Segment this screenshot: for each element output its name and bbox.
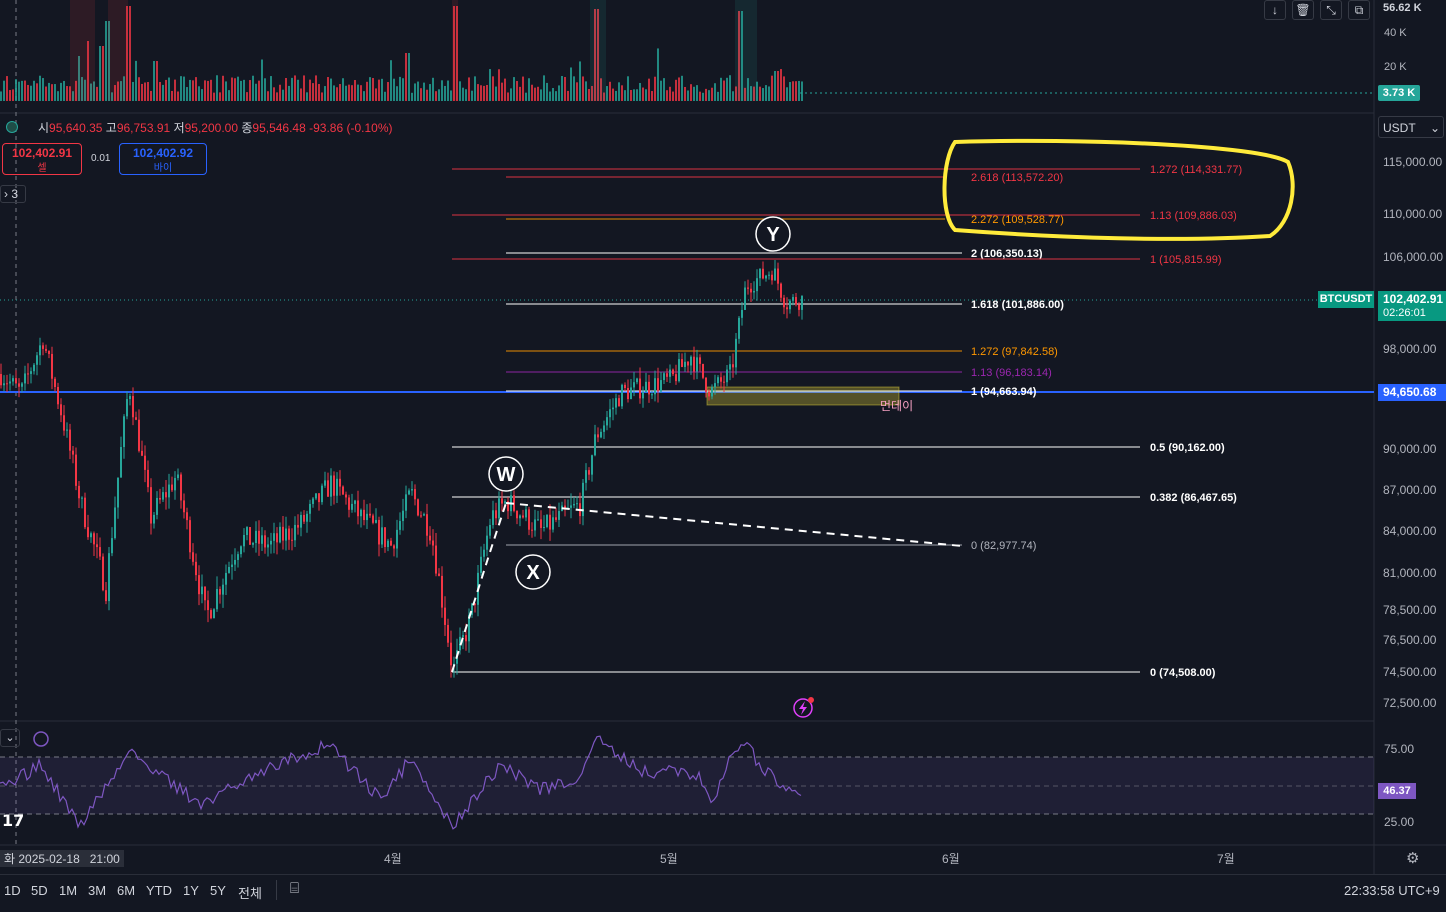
sell-button[interactable]: 102,402.91 셀 — [2, 143, 82, 175]
rsi-collapse-icon[interactable]: ⌄ — [0, 729, 20, 747]
toolbar-divider — [276, 880, 277, 900]
timeframe-1y[interactable]: 1Y — [183, 883, 199, 898]
wave-label-y[interactable]: Y — [755, 216, 791, 252]
fib-level-label: 0.382 (86,467.65) — [1150, 492, 1237, 504]
chevron-down-icon: ⌄ — [1429, 121, 1440, 135]
buy-button[interactable]: 102,402.92 바이 — [119, 143, 207, 175]
blue-line-price-badge: 94,650.68 — [1378, 384, 1446, 401]
price-axis-tick: 72,500.00 — [1383, 696, 1437, 710]
fib-level-label: 2 (106,350.13) — [971, 248, 1043, 260]
time-tick: 5월 — [660, 852, 678, 866]
price-axis-tick: 98,000.00 — [1383, 342, 1437, 356]
spread-value: 0.01 — [91, 153, 111, 164]
current-price: 102,402.91 — [1383, 292, 1444, 306]
high-label: 고 — [105, 121, 117, 135]
timeframe-3m[interactable]: 3M — [88, 883, 106, 898]
trash-icon[interactable]: 🗑 — [1292, 0, 1314, 20]
volume-axis-max: 56.62 K — [1378, 0, 1444, 16]
fib-level-label: 1.272 (114,331.77) — [1150, 164, 1242, 176]
time-tick: 6월 — [942, 852, 960, 866]
price-axis-tick: 84,000.00 — [1383, 524, 1437, 538]
date-range-icon[interactable]: ⌸ — [290, 880, 299, 897]
currency-select[interactable]: USDT ⌄ — [1378, 116, 1444, 138]
fib-level-label: 1.618 (101,886.00) — [971, 299, 1064, 311]
wave-label-x[interactable]: X — [515, 554, 551, 590]
svg-text:X: X — [526, 562, 540, 584]
low-label: 저 — [173, 121, 185, 135]
close-value: 95,546.48 — [252, 121, 306, 135]
fib-level-label: 0 (82,977.74) — [971, 540, 1036, 552]
current-price-badge: 102,402.91 02:26:01 — [1378, 291, 1446, 321]
time-tick: 4월 — [384, 852, 402, 866]
sell-price: 102,402.91 — [11, 146, 73, 160]
rsi-axis-tick: 75.00 — [1384, 742, 1415, 756]
symbol-badge: BTCUSDT — [1318, 291, 1374, 308]
price-axis-tick: 81,000.00 — [1383, 566, 1437, 580]
open-label: 시 — [38, 121, 50, 135]
price-axis-tick: 110,000.00 — [1383, 207, 1442, 221]
svg-text:Y: Y — [766, 224, 780, 246]
wave-label-w[interactable]: W — [488, 456, 524, 492]
buy-price: 102,402.92 — [132, 146, 194, 160]
price-axis-tick: 87,000.00 — [1383, 483, 1437, 497]
svg-text:W: W — [497, 464, 516, 486]
open-value: 95,640.35 — [49, 121, 103, 135]
price-axis-tick: 106,000.00 — [1383, 250, 1443, 264]
collapse-icon[interactable]: ⤡ — [1320, 0, 1342, 20]
timeframe-1m[interactable]: 1M — [59, 883, 77, 898]
indicators-toggle[interactable]: › 3 — [0, 185, 26, 203]
price-axis-tick: 115,000.00 — [1383, 155, 1442, 169]
chart-canvas[interactable]: 2.618 (113,572.20) 1.272 (114,331.77) 2.27… — [0, 0, 1446, 911]
timeframe-5y[interactable]: 5Y — [210, 883, 226, 898]
fib-level-label: 1.13 (109,886.03) — [1150, 210, 1237, 222]
change-value: -93.86 (-0.10%) — [309, 121, 393, 135]
buy-label: 바이 — [153, 163, 173, 174]
timeframe-all[interactable]: 전체 — [238, 883, 262, 902]
maximize-icon[interactable]: ⧉ — [1348, 0, 1370, 20]
fib-level-label: 1.13 (96,183.14) — [971, 367, 1052, 379]
rsi-axis-tick: 25.00 — [1384, 815, 1415, 829]
fib-level-label: 0 (74,508.00) — [1150, 667, 1216, 679]
timeframe-6m[interactable]: 6M — [117, 883, 135, 898]
indicator-count: 3 — [11, 187, 19, 201]
price-axis-tick: 78,500.00 — [1383, 603, 1437, 617]
arrow-down-icon[interactable]: ↓ — [1264, 0, 1286, 20]
candle-countdown: 02:26:01 — [1383, 307, 1426, 319]
high-value: 96,753.91 — [116, 121, 171, 135]
low-value: 95,200.00 — [184, 121, 238, 135]
monday-range-zone[interactable] — [706, 386, 900, 406]
time-tick: 7월 — [1217, 852, 1235, 866]
tradingview-logo[interactable]: 17 — [2, 811, 24, 830]
rsi-current-badge: 46.37 — [1378, 783, 1416, 799]
fib-level-label: 0.5 (90,162.00) — [1150, 442, 1225, 454]
volume-current-badge: 3.73 K — [1378, 85, 1420, 101]
timeframe-ytd[interactable]: YTD — [146, 883, 172, 898]
fib-level-label: 2.618 (113,572.20) — [971, 172, 1063, 184]
price-axis-tick: 74,500.00 — [1383, 665, 1437, 679]
volume-axis-tick: 20 K — [1384, 61, 1407, 73]
fib-level-label: 1.272 (97,842.58) — [971, 346, 1058, 358]
clock[interactable]: 22:33:58 UTC+9 — [1344, 883, 1440, 898]
fib-level-label: 2.272 (109,528.77) — [971, 214, 1064, 226]
zone-label: 먼데이 — [880, 399, 914, 413]
volume-axis-tick: 40 K — [1384, 27, 1407, 39]
market-status-icon[interactable] — [6, 121, 18, 133]
ohlc-legend: 시95,640.35 고96,753.91 저95,200.00 종95,546… — [38, 119, 393, 136]
chevron-icon: › — [4, 187, 8, 201]
close-label: 종 — [241, 121, 253, 135]
settings-gear-icon[interactable]: ⚙ — [1406, 849, 1419, 867]
currency-label: USDT — [1383, 121, 1416, 135]
price-axis-tick: 76,500.00 — [1383, 633, 1437, 647]
fib-level-label: 1 (105,815.99) — [1150, 254, 1222, 266]
sell-label: 셀 — [37, 163, 47, 174]
crosshair-time-label: 화 2025-02-18 21:00 — [0, 850, 124, 867]
price-axis-tick: 90,000.00 — [1383, 442, 1437, 456]
timeframe-1d[interactable]: 1D — [4, 883, 21, 898]
fib-level-label: 1 (94,663.94) — [971, 386, 1037, 398]
timeframe-5d[interactable]: 5D — [31, 883, 48, 898]
